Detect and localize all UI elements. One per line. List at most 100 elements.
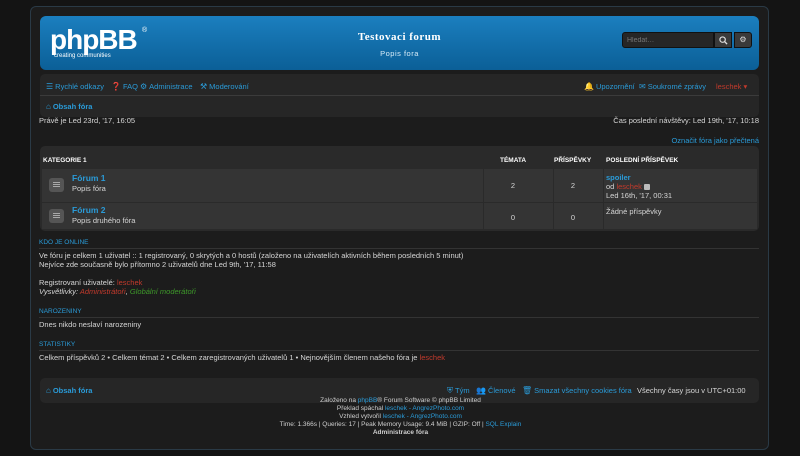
inbox-icon: ✉ xyxy=(639,82,646,91)
admin-label: Administrace xyxy=(149,82,193,91)
quick-links-menu[interactable]: ☰ Rychlé odkazy xyxy=(46,82,104,91)
forum-description: Popis druhého fóra xyxy=(72,216,136,225)
moderate-label: Moderování xyxy=(209,82,249,91)
pm-label: Soukromé zprávy xyxy=(647,82,707,91)
last-post-date: Led 16th, '17, 00:31 xyxy=(606,191,673,200)
cogs-icon: ⚙ xyxy=(140,82,148,91)
admin-link[interactable]: ⚙ Administrace xyxy=(140,82,193,91)
sql-explain-link[interactable]: SQL Explain xyxy=(485,421,521,428)
forum-row: Fórum 1 Popis fóra 2 2 spoiler od lesche… xyxy=(42,169,757,202)
timezone-info: Všechny časy jsou v UTC+01:00 xyxy=(637,386,746,395)
copyright-line: Založeno na phpBB® Forum Software © phpB… xyxy=(31,397,770,404)
registered-user-link[interactable]: leschek xyxy=(117,278,142,287)
faq-link[interactable]: ❓ FAQ xyxy=(111,82,138,91)
stats-section-title: STATISTIKY xyxy=(39,341,76,348)
style-prefix: Vzhled vytvořil xyxy=(339,413,381,420)
forum-table: KATEGORIE 1 TÉMATA PŘÍSPĚVKY POSLEDNÍ PŘ… xyxy=(40,146,759,231)
birthdays-section-title: NAROZENINY xyxy=(39,308,82,315)
pm-link[interactable]: ✉ Soukromé zprávy xyxy=(639,82,706,91)
team-label: Tým xyxy=(455,386,470,395)
topics-header: TÉMATA xyxy=(500,157,527,164)
column-divider xyxy=(603,203,604,229)
site-header: phpBB ® creating communities Testovaci f… xyxy=(40,16,759,70)
search-icon xyxy=(718,36,728,45)
registered-users: Registrovaní uživatelé: leschek xyxy=(39,278,142,287)
last-post-title[interactable]: spoiler xyxy=(606,173,631,182)
breadcrumb-label: Obsah fóra xyxy=(52,102,93,111)
bell-icon: 🔔 xyxy=(584,82,594,91)
legend-label: Vysvětlivky: xyxy=(39,287,79,296)
moderate-link[interactable]: ⚒ Moderování xyxy=(200,82,249,91)
legend-moderators[interactable]: Globální moderátoři xyxy=(130,287,196,296)
style-credit: Vzhled vytvořil leschek - AngrezPhoto.co… xyxy=(31,413,770,420)
divider xyxy=(39,248,759,249)
online-section-title[interactable]: KDO JE ONLINE xyxy=(39,239,88,246)
legend: Vysvětlivky: Administrátoři, Globální mo… xyxy=(39,287,196,296)
footer-home-link[interactable]: ⌂ Obsah fóra xyxy=(46,386,92,395)
trash-icon: 🗑 xyxy=(522,386,533,395)
copyright-suffix: ® Forum Software © phpBB Limited xyxy=(377,397,481,404)
forum-link[interactable]: Fórum 2 xyxy=(72,205,106,215)
debug-stats: Time: 1.366s | Queries: 17 | Peak Memory… xyxy=(279,421,484,428)
divider xyxy=(39,317,759,318)
translator-link[interactable]: leschek - AngrezPhoto.com xyxy=(385,405,464,412)
copyright-prefix: Založeno na xyxy=(320,397,356,404)
forum-table-header: KATEGORIE 1 TÉMATA PŘÍSPĚVKY POSLEDNÍ PŘ… xyxy=(40,146,759,166)
posts-count: 0 xyxy=(570,213,576,222)
search-input[interactable] xyxy=(622,32,714,48)
advanced-search-button[interactable]: ⚙ xyxy=(734,32,752,48)
delete-cookies-label: Smazat všechny cookies fóra xyxy=(534,386,632,395)
notifications-link[interactable]: 🔔 Upozornění xyxy=(584,82,635,91)
forum-description: Popis fóra xyxy=(72,184,106,193)
acp-link[interactable]: Administrace fóra xyxy=(31,429,770,436)
search-box: ⚙ xyxy=(622,32,754,48)
view-latest-post-icon[interactable] xyxy=(643,184,650,191)
last-visit: Čas poslední návštěvy: Led 19th, '17, 10… xyxy=(613,116,759,125)
username: leschek xyxy=(716,82,742,91)
phpbb-link[interactable]: phpBB xyxy=(358,397,378,404)
footer-home-label: Obsah fóra xyxy=(52,386,93,395)
column-divider xyxy=(483,169,484,202)
style-author-link[interactable]: leschek - AngrezPhoto.com xyxy=(383,413,462,420)
users-icon: 👥 xyxy=(476,386,486,395)
gavel-icon: ⚒ xyxy=(200,82,208,91)
column-divider xyxy=(483,203,484,229)
members-link[interactable]: 👥 Členové xyxy=(476,386,516,395)
breadcrumb-home[interactable]: ⌂ Obsah fóra xyxy=(46,102,92,111)
column-divider xyxy=(603,169,604,202)
debug-info: Time: 1.366s | Queries: 17 | Peak Memory… xyxy=(31,421,770,428)
home-icon: ⌂ xyxy=(46,102,51,111)
question-icon: ❓ xyxy=(111,82,121,91)
site-description: Popis fora xyxy=(380,49,419,58)
forum-read-icon xyxy=(49,178,64,192)
notifications-label: Upozornění xyxy=(595,82,635,91)
home-icon: ⌂ xyxy=(46,386,51,395)
forum-read-icon xyxy=(49,209,64,223)
last-post-header: POSLEDNÍ PŘÍSPĚVEK xyxy=(606,157,679,164)
no-posts-label: Žádné příspěvky xyxy=(606,207,662,216)
last-post-author[interactable]: leschek xyxy=(616,182,641,191)
legend-admins[interactable]: Administrátoři xyxy=(80,287,126,296)
stats-text: Celkem příspěvků 2 • Celkem témat 2 • Ce… xyxy=(39,353,445,362)
category-header[interactable]: KATEGORIE 1 xyxy=(43,157,87,164)
quick-links-label: Rychlé odkazy xyxy=(55,82,104,91)
members-label: Členové xyxy=(487,386,516,395)
navbar: ☰ Rychlé odkazy ❓ FAQ ⚙ Administrace ⚒ Moder… xyxy=(40,74,759,117)
stats-summary: Celkem příspěvků 2 • Celkem témat 2 • Ce… xyxy=(39,353,418,362)
search-button[interactable] xyxy=(714,32,732,48)
faq-label: FAQ xyxy=(122,82,138,91)
page-wrapper: phpBB ® creating communities Testovaci f… xyxy=(30,6,769,450)
menu-icon: ☰ xyxy=(46,82,54,91)
translation-credit: Překlad spáchal leschek - AngrezPhoto.co… xyxy=(31,405,770,412)
gear-icon: ⚙ xyxy=(739,35,747,44)
newest-member-link[interactable]: leschek xyxy=(420,353,445,362)
user-menu[interactable]: leschek ▾ xyxy=(716,82,747,91)
current-time: Právě je Led 23rd, '17, 16:05 xyxy=(39,116,136,125)
forum-row: Fórum 2 Popis druhého fóra 0 0 Žádné pří… xyxy=(42,203,757,229)
posts-header: PŘÍSPĚVKY xyxy=(554,157,592,164)
forum-link[interactable]: Fórum 1 xyxy=(72,173,106,183)
delete-cookies-link[interactable]: 🗑 Smazat všechny cookies fóra xyxy=(522,386,632,395)
topics-count: 0 xyxy=(510,213,516,222)
team-link[interactable]: ⛨ Tým xyxy=(447,386,470,396)
mark-forums-read-link[interactable]: Označit fóra jako přečtená xyxy=(671,136,759,145)
